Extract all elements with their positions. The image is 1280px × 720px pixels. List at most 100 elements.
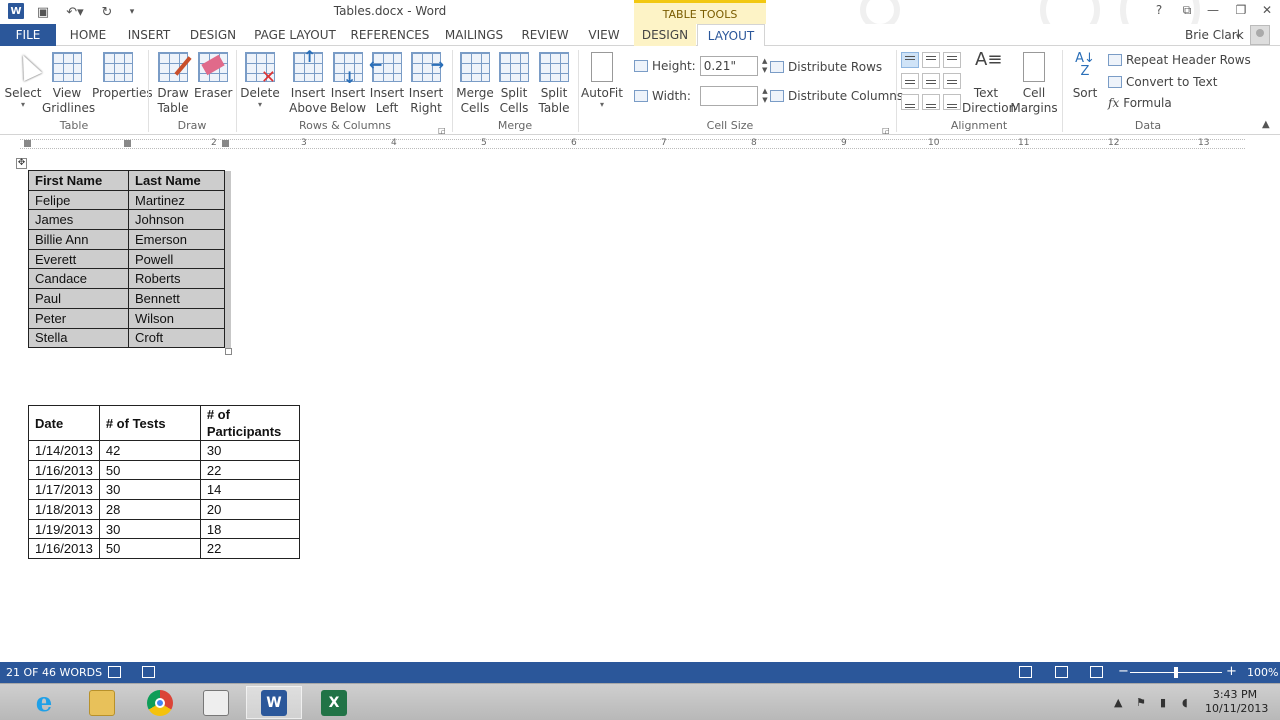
table-row[interactable]: Everett Powell xyxy=(28,248,231,270)
table-row[interactable]: 1/17/2013 30 14 xyxy=(28,479,300,501)
zoom-slider-thumb[interactable] xyxy=(1174,667,1178,678)
table-cell[interactable]: Powell xyxy=(128,248,225,270)
zoom-out-button[interactable]: − xyxy=(1118,664,1129,679)
align-bottom-right-button[interactable] xyxy=(943,94,961,110)
table-cell[interactable]: 14 xyxy=(199,479,300,501)
document-area[interactable]: ✥ First Name Last Name Felipe Martinez J… xyxy=(0,152,1280,662)
table-row[interactable]: 1/19/2013 30 18 xyxy=(28,518,300,540)
table-cell[interactable]: 1/19/2013 xyxy=(28,518,100,540)
insert-above-button[interactable]: Insert Above xyxy=(288,48,328,116)
table-cell[interactable]: 22 xyxy=(199,459,300,481)
distribute-columns-button[interactable]: Distribute Columns xyxy=(770,89,903,103)
merge-cells-button[interactable]: Merge Cells xyxy=(456,48,494,116)
media-taskbar-button[interactable] xyxy=(188,686,244,719)
align-bottom-left-button[interactable] xyxy=(901,94,919,110)
table-cell[interactable]: 1/18/2013 xyxy=(28,499,100,520)
file-explorer-taskbar-button[interactable] xyxy=(74,686,130,719)
minimize-button[interactable]: — xyxy=(1202,3,1224,21)
table-cell[interactable]: Johnson xyxy=(128,209,225,231)
view-gridlines-button[interactable]: View Gridlines xyxy=(42,48,95,116)
table-row[interactable]: Stella Croft xyxy=(28,327,231,349)
table-cell[interactable]: Everett xyxy=(28,248,129,270)
save-icon[interactable]: ▣ xyxy=(34,3,52,21)
align-center-right-button[interactable] xyxy=(943,73,961,89)
undo-icon[interactable]: ↶▾ xyxy=(62,3,88,21)
tab-table-layout[interactable]: LAYOUT xyxy=(697,24,765,47)
insert-left-button[interactable]: Insert Left xyxy=(368,48,406,116)
properties-button[interactable]: Properties xyxy=(92,48,153,101)
web-layout-icon[interactable] xyxy=(1090,666,1103,678)
tab-file[interactable]: FILE xyxy=(0,24,56,46)
tray-overflow-icon[interactable]: ▲ xyxy=(1114,696,1122,709)
zoom-in-button[interactable]: + xyxy=(1226,664,1237,679)
tab-mailings[interactable]: MAILINGS xyxy=(440,24,508,46)
table-cell[interactable]: Martinez xyxy=(128,189,225,211)
macro-recording-icon[interactable] xyxy=(142,666,155,678)
convert-to-text-button[interactable]: Convert to Text xyxy=(1108,75,1217,89)
internet-explorer-taskbar-button[interactable]: e xyxy=(16,686,72,719)
volume-icon[interactable]: ◖ xyxy=(1182,696,1188,709)
table-cell[interactable]: Felipe xyxy=(28,189,129,211)
table-cell[interactable]: 1/16/2013 xyxy=(28,459,100,481)
table-cell[interactable]: Croft xyxy=(128,327,225,349)
height-input[interactable]: 0.21" xyxy=(699,56,758,76)
tab-view[interactable]: VIEW xyxy=(582,24,626,46)
table-row[interactable]: 1/14/2013 42 30 xyxy=(28,440,300,461)
redo-icon[interactable]: ↻ xyxy=(98,3,116,21)
proofing-icon[interactable] xyxy=(108,666,121,678)
table-header-cell[interactable]: Last Name xyxy=(128,170,225,191)
table-row[interactable]: Peter Wilson xyxy=(28,307,231,329)
read-mode-icon[interactable] xyxy=(1019,666,1032,678)
table-cell[interactable]: Candace xyxy=(28,268,129,290)
zoom-level[interactable]: 100% xyxy=(1247,666,1278,679)
word-taskbar-button[interactable]: W xyxy=(246,686,302,719)
table-cell[interactable]: 50 xyxy=(98,459,201,481)
formula-button[interactable]: fx Formula xyxy=(1108,96,1172,110)
avatar[interactable] xyxy=(1250,25,1270,45)
table-cell[interactable]: Paul xyxy=(28,288,129,309)
align-bottom-center-button[interactable] xyxy=(922,94,940,110)
word-app-icon[interactable]: W xyxy=(8,3,24,19)
column-marker[interactable] xyxy=(222,140,229,147)
tab-insert[interactable]: INSERT xyxy=(122,24,176,46)
names-table[interactable]: First Name Last Name Felipe Martinez Jam… xyxy=(28,170,231,349)
align-center-button[interactable] xyxy=(922,73,940,89)
table-cell[interactable]: 28 xyxy=(98,499,201,520)
width-spinner[interactable]: ▲ ▼ xyxy=(760,87,770,105)
table-cell[interactable]: 1/17/2013 xyxy=(28,479,100,501)
insert-below-button[interactable]: Insert Below xyxy=(328,48,368,116)
table-cell[interactable]: Emerson xyxy=(128,229,225,250)
select-button[interactable]: Select ▾ xyxy=(4,48,42,109)
tests-table[interactable]: Date # of Tests # of Participants 1/14/20… xyxy=(28,405,300,560)
print-layout-icon[interactable] xyxy=(1055,666,1068,678)
chrome-taskbar-button[interactable] xyxy=(132,686,188,719)
table-row[interactable]: 1/18/2013 28 20 xyxy=(28,499,300,520)
table-header-cell[interactable]: First Name xyxy=(28,170,129,191)
system-clock[interactable]: 3:43 PM 10/11/2013 xyxy=(1205,688,1268,716)
help-button[interactable]: ? xyxy=(1148,3,1170,21)
repeat-header-rows-button[interactable]: Repeat Header Rows xyxy=(1108,53,1251,67)
table-cell[interactable]: Stella xyxy=(28,327,129,349)
insert-right-button[interactable]: Insert Right xyxy=(406,48,446,116)
eraser-button[interactable]: Eraser xyxy=(194,48,232,101)
height-spinner[interactable]: ▲ ▼ xyxy=(760,57,770,75)
table-cell[interactable]: 50 xyxy=(98,538,201,560)
maximize-button[interactable]: ❐ xyxy=(1230,3,1252,21)
table-move-handle-icon[interactable]: ✥ xyxy=(16,158,27,169)
table-cell[interactable]: Wilson xyxy=(128,307,225,329)
text-direction-button[interactable]: A≡ Text Direction xyxy=(962,48,1016,116)
customize-qat-icon[interactable]: ▾ xyxy=(124,3,140,21)
table-row[interactable]: Candace Roberts xyxy=(28,268,231,290)
align-top-right-button[interactable] xyxy=(943,52,961,68)
table-row[interactable]: James Johnson xyxy=(28,209,231,231)
split-table-button[interactable]: Split Table xyxy=(534,48,574,116)
table-cell[interactable]: 42 xyxy=(98,440,201,461)
table-header-cell[interactable]: # of Tests xyxy=(98,405,201,441)
left-indent-marker[interactable] xyxy=(24,140,31,147)
table-row[interactable]: Date # of Tests # of Participants xyxy=(28,405,300,441)
table-cell[interactable]: 18 xyxy=(199,518,300,540)
autofit-button[interactable]: AutoFit ▾ xyxy=(580,48,624,109)
table-cell[interactable]: Bennett xyxy=(128,288,225,309)
table-cell[interactable]: 20 xyxy=(199,499,300,520)
table-cell[interactable]: 1/16/2013 xyxy=(28,538,100,560)
